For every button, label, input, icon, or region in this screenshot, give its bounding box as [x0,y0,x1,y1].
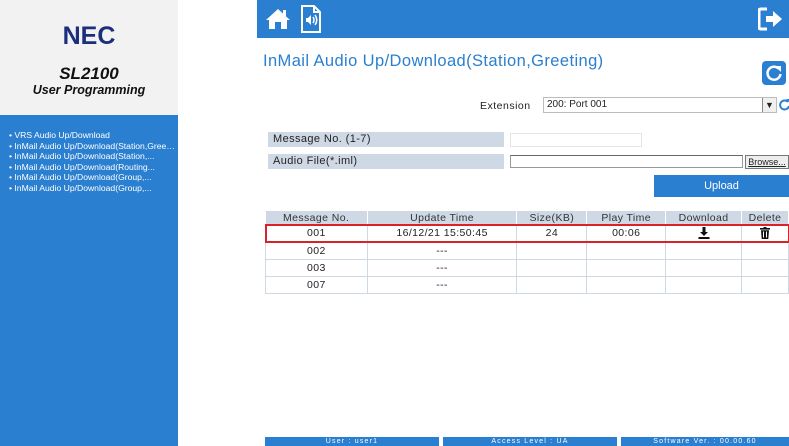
message-no-label: Message No. (1-7) [268,132,504,147]
cell-play-time: 00:06 [586,225,667,243]
cell-update-time: 16/12/21 15:50:45 [367,225,518,243]
table-row: 002 --- [265,242,789,260]
table-row: 007 --- [265,276,789,294]
cell-message-no: 002 [265,242,368,260]
audio-file-icon[interactable] [300,5,322,33]
column-header-message-no: Message No. [265,211,368,225]
cell-size [516,259,588,277]
status-user: User : user1 [265,437,439,446]
cell-delete [741,225,789,243]
extension-select[interactable]: 200: Port 001 ▼ [543,97,777,113]
download-icon[interactable] [698,227,710,240]
extension-label: Extension [480,100,531,112]
cell-message-no: 003 [265,259,368,277]
sidebar-item-inmail-station-greeting[interactable]: InMail Audio Up/Download(Station,Greetin… [9,141,175,152]
status-access-level: Access Level : UA [443,437,617,446]
sidebar: NEC SL2100 User Programming VRS Audio Up… [0,0,178,446]
cell-delete [741,259,789,277]
chevron-down-icon[interactable]: ▼ [762,98,776,112]
cell-download [665,276,743,294]
column-header-download: Download [665,211,743,225]
cell-update-time: --- [367,259,518,277]
logout-icon[interactable] [757,7,784,31]
app-title: SL2100 [59,64,119,83]
cell-size [516,276,588,294]
top-bar [257,0,789,38]
cell-play-time [586,259,667,277]
brand-box: NEC SL2100 User Programming [0,0,178,115]
table-header-row: Message No. Update Time Size(KB) Play Ti… [265,211,789,225]
table-row: 003 --- [265,259,789,277]
message-no-input[interactable] [510,133,642,147]
upload-button[interactable]: Upload [654,175,789,197]
sidebar-item-inmail-group-1[interactable]: InMail Audio Up/Download(Group,... [9,172,175,183]
table-row: 001 16/12/21 15:50:45 24 00:06 [264,224,789,243]
cell-delete [741,242,789,260]
cell-message-no: 001 [265,225,368,243]
page-title: InMail Audio Up/Download(Station,Greetin… [263,52,604,70]
extension-refresh-icon[interactable] [778,98,789,112]
cell-download [665,242,743,260]
sidebar-item-inmail-group-2[interactable]: InMail Audio Up/Download(Group,... [9,183,175,194]
cell-message-no: 007 [265,276,368,294]
audio-file-input[interactable] [510,155,743,168]
cell-delete [741,276,789,294]
column-header-size: Size(KB) [516,211,588,225]
message-table: Message No. Update Time Size(KB) Play Ti… [264,211,789,294]
cell-update-time: --- [367,242,518,260]
audio-file-label: Audio File(*.iml) [268,154,504,169]
sidebar-item-inmail-station[interactable]: InMail Audio Up/Download(Station,... [9,151,175,162]
home-icon[interactable] [265,7,291,31]
browse-button[interactable]: Browse... [745,155,789,169]
column-header-delete: Delete [741,211,789,225]
column-header-play-time: Play Time [586,211,667,225]
cell-update-time: --- [367,276,518,294]
cell-play-time [586,242,667,260]
nec-logo: NEC [62,22,116,50]
sidebar-nav: VRS Audio Up/Download InMail Audio Up/Do… [9,130,175,193]
cell-download [665,225,743,243]
extension-value: 200: Port 001 [547,99,608,110]
status-software-version: Software Ver. : 00.00.60 [621,437,789,446]
sidebar-item-vrs-audio[interactable]: VRS Audio Up/Download [9,130,175,141]
trash-icon[interactable] [759,227,771,240]
cell-size [516,242,588,260]
cell-play-time [586,276,667,294]
cell-download [665,259,743,277]
column-header-update-time: Update Time [367,211,518,225]
cell-size: 24 [516,225,588,243]
app-subtitle: User Programming [32,83,146,97]
sidebar-item-inmail-routing[interactable]: InMail Audio Up/Download(Routing... [9,162,175,173]
refresh-icon[interactable] [762,61,786,85]
